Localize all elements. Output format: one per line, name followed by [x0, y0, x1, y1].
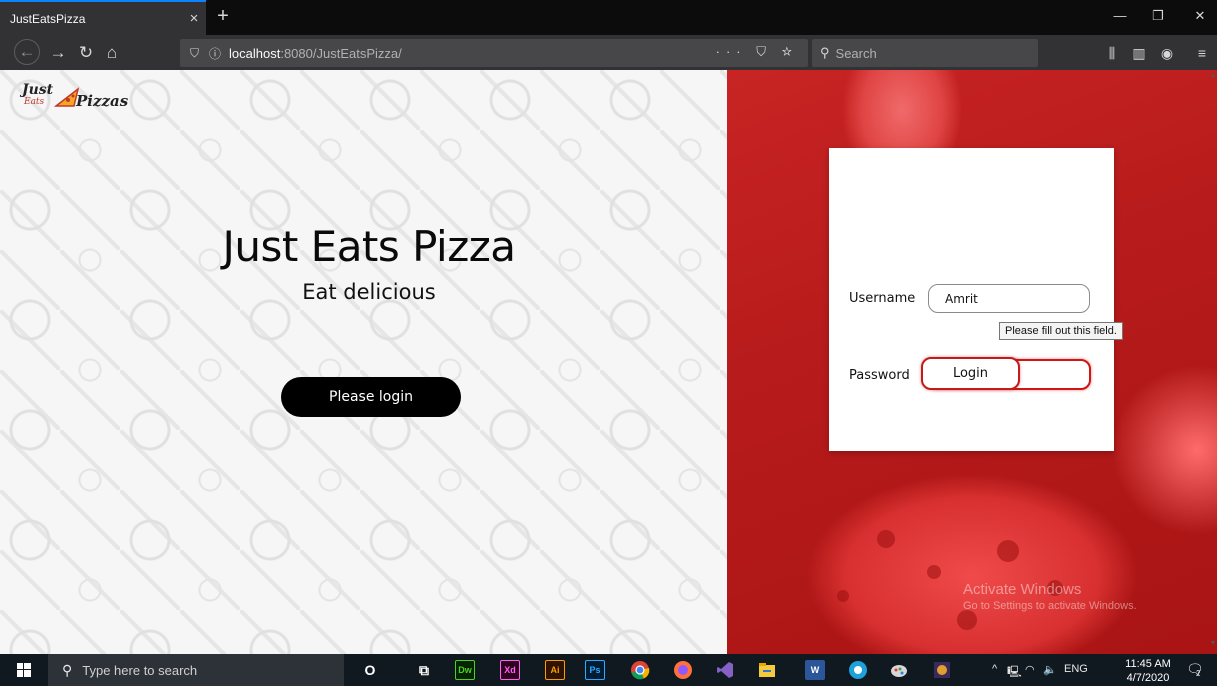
- visual-studio-icon[interactable]: [715, 660, 735, 680]
- tab-title: JustEatsPizza: [10, 11, 86, 26]
- taskbar-clock[interactable]: 11:45 AM 4/7/2020: [1124, 657, 1172, 685]
- game-app-icon[interactable]: [932, 660, 952, 680]
- paint-icon[interactable]: [889, 660, 909, 680]
- taskbar-search-input[interactable]: [82, 662, 323, 678]
- sidebar-icon[interactable]: ▥: [1127, 41, 1151, 65]
- menu-icon[interactable]: ≡: [1190, 41, 1214, 65]
- account-icon[interactable]: ◉: [1155, 41, 1179, 65]
- library-icon[interactable]: ⫼: [1100, 41, 1124, 65]
- browser-tab[interactable]: JustEatsPizza ×: [0, 0, 206, 35]
- browser-search-input[interactable]: [835, 45, 1026, 61]
- watermark-subtitle: Go to Settings to activate Windows.: [963, 600, 1137, 612]
- windows-taskbar: ⚲ O ⧉ Dw Xd Ai Ps W ^ 🖳 ◠ 🔈 ENG 11:45 AM…: [0, 654, 1217, 686]
- xd-icon[interactable]: Xd: [500, 660, 520, 680]
- hero-title: Just Eats Pizza: [222, 222, 516, 271]
- new-tab-button[interactable]: +: [212, 5, 234, 27]
- logo-pizzas: Pizzas: [76, 92, 129, 110]
- illustrator-icon[interactable]: Ai: [545, 660, 565, 680]
- site-logo[interactable]: Just Eats Pizzas: [22, 82, 128, 116]
- home-button[interactable]: ⌂: [100, 41, 124, 65]
- file-explorer-icon[interactable]: [757, 660, 777, 680]
- search-icon: ⚲: [820, 45, 830, 60]
- reload-button[interactable]: ↻: [74, 41, 98, 65]
- url-path: :8080/JustEatsPizza/: [280, 45, 402, 61]
- forward-button[interactable]: →: [46, 41, 70, 65]
- minimize-button[interactable]: —: [1105, 8, 1135, 23]
- url-host: localhost: [229, 45, 281, 61]
- browser-tab-bar: JustEatsPizza × + — ❐ ✕: [0, 0, 1217, 35]
- word-icon[interactable]: W: [805, 660, 825, 680]
- volume-icon[interactable]: 🔈: [1043, 663, 1057, 676]
- pizza-pattern-background: [0, 70, 727, 654]
- restore-button[interactable]: ❐: [1143, 8, 1173, 24]
- logo-eats: Eats: [24, 97, 45, 107]
- back-button[interactable]: ←: [14, 39, 40, 65]
- please-login-button[interactable]: Please login: [281, 377, 461, 417]
- close-window-button[interactable]: ✕: [1185, 8, 1215, 24]
- notification-center-icon[interactable]: 🗨 2: [1186, 661, 1204, 679]
- browser-nav-bar: ← → ↻ ⌂ ⛉ ⓘ localhost:8080/JustEatsPizza…: [0, 35, 1217, 70]
- login-form: Username Password Login: [829, 148, 1114, 451]
- clock-time: 11:45 AM: [1125, 658, 1171, 670]
- password-label: Password: [849, 368, 910, 383]
- activate-windows-watermark: Activate Windows Go to Settings to activ…: [963, 581, 1137, 612]
- tray-chevron-icon[interactable]: ^: [992, 663, 997, 675]
- info-icon[interactable]: ⓘ: [209, 45, 221, 62]
- task-view-icon[interactable]: ⧉: [414, 660, 434, 680]
- notification-count: 2: [1196, 669, 1201, 678]
- cortana-icon[interactable]: O: [360, 660, 380, 680]
- photoshop-icon[interactable]: Ps: [585, 660, 605, 680]
- windows-start-icon[interactable]: [0, 654, 48, 686]
- dreamweaver-icon[interactable]: Dw: [455, 660, 475, 680]
- shield-icon[interactable]: ⛉: [190, 46, 199, 61]
- username-input[interactable]: [928, 284, 1090, 313]
- language-indicator[interactable]: ENG: [1064, 663, 1088, 675]
- clock-date: 4/7/2020: [1126, 672, 1170, 684]
- login-button[interactable]: Login: [921, 357, 1020, 390]
- validation-tooltip: Please fill out this field.: [999, 322, 1123, 340]
- logo-just: Just: [22, 82, 54, 98]
- firefox-icon[interactable]: [673, 660, 693, 680]
- scroll-down-arrow[interactable]: ▼: [1209, 640, 1217, 652]
- scroll-up-arrow[interactable]: ▲: [1209, 72, 1217, 84]
- hero-subtitle: Eat delicious: [302, 280, 436, 304]
- browser-search-bar[interactable]: ⚲: [812, 39, 1038, 67]
- url-bar[interactable]: ⛉ ⓘ localhost:8080/JustEatsPizza/ ··· ⛉ …: [180, 39, 808, 67]
- taskbar-search[interactable]: ⚲: [48, 654, 344, 686]
- chrome-icon[interactable]: [630, 660, 650, 680]
- edge-icon[interactable]: [848, 660, 868, 680]
- page-actions-icon[interactable]: ··· ⛉ ☆: [716, 44, 798, 60]
- wifi-icon[interactable]: ◠: [1025, 663, 1035, 676]
- watermark-title: Activate Windows: [963, 581, 1082, 598]
- search-icon: ⚲: [62, 661, 73, 678]
- network-icon[interactable]: 🖳: [1007, 663, 1022, 682]
- tab-close-icon[interactable]: ×: [182, 10, 206, 27]
- username-label: Username: [849, 291, 916, 306]
